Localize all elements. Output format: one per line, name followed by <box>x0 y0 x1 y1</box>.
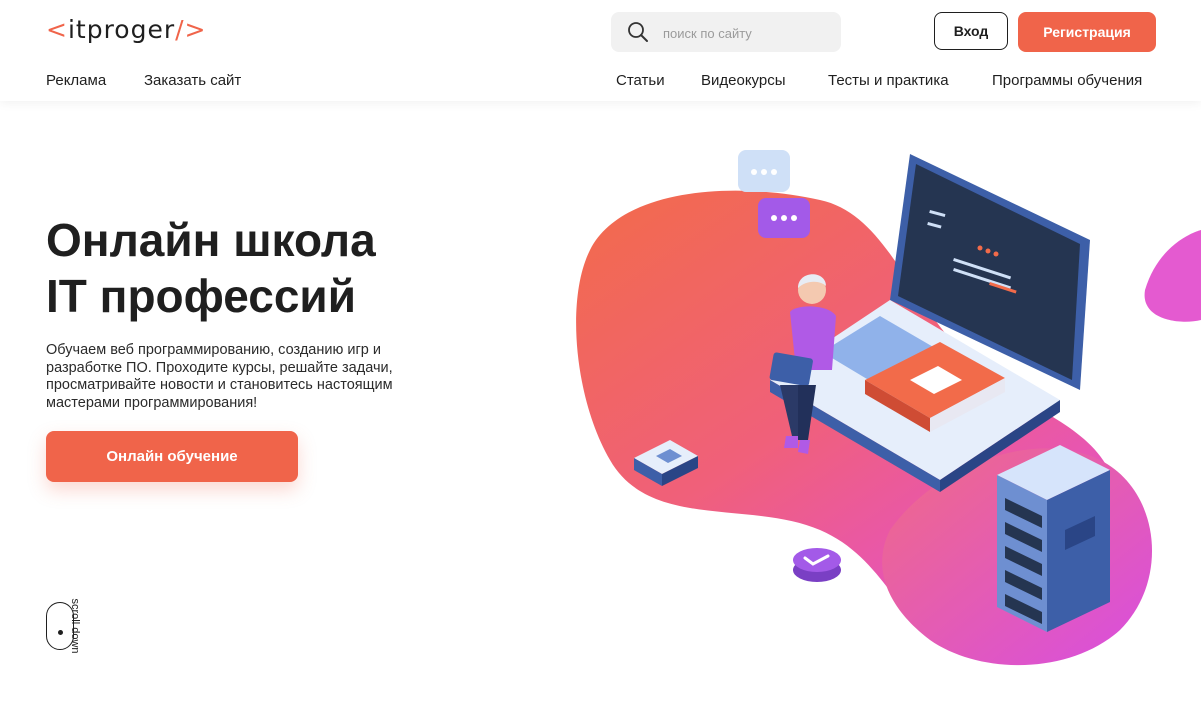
search-icon[interactable] <box>627 21 649 43</box>
decor-blob-right <box>1144 230 1201 322</box>
search-input[interactable] <box>661 20 835 46</box>
logo-close-bracket: /> <box>175 15 207 44</box>
server-icon <box>997 445 1110 632</box>
nav-link-advertising[interactable]: Реклама <box>46 72 106 89</box>
scroll-down-label: scroll down <box>69 598 81 654</box>
nav-link-articles[interactable]: Статьи <box>616 72 665 89</box>
site-header: <itproger/> Вход Регистрация Реклама Зак… <box>0 0 1201 101</box>
nav-link-tests[interactable]: Тесты и практика <box>828 72 949 89</box>
hero-title: Онлайн школа IT профессий <box>46 212 506 324</box>
logo-text: itproger <box>67 15 176 44</box>
nav-link-video-courses[interactable]: Видеокурсы <box>701 72 786 89</box>
hero-title-line1: Онлайн школа <box>46 214 376 266</box>
hero-title-line2: IT профессий <box>46 270 356 322</box>
online-learning-button[interactable]: Онлайн обучение <box>46 431 298 482</box>
hero-description: Обучаем веб программированию, созданию и… <box>46 342 393 411</box>
logo[interactable]: <itproger/> <box>46 15 207 44</box>
mouse-wheel-dot <box>58 630 63 635</box>
nav-link-order-site[interactable]: Заказать сайт <box>144 72 241 89</box>
search-box[interactable] <box>611 12 841 52</box>
logo-open-bracket: < <box>46 15 68 44</box>
register-button[interactable]: Регистрация <box>1018 12 1156 52</box>
login-button[interactable]: Вход <box>934 12 1008 50</box>
hero-illustration <box>576 150 1201 666</box>
checkmark-icon <box>793 548 841 582</box>
nav-link-programs[interactable]: Программы обучения <box>992 72 1142 89</box>
